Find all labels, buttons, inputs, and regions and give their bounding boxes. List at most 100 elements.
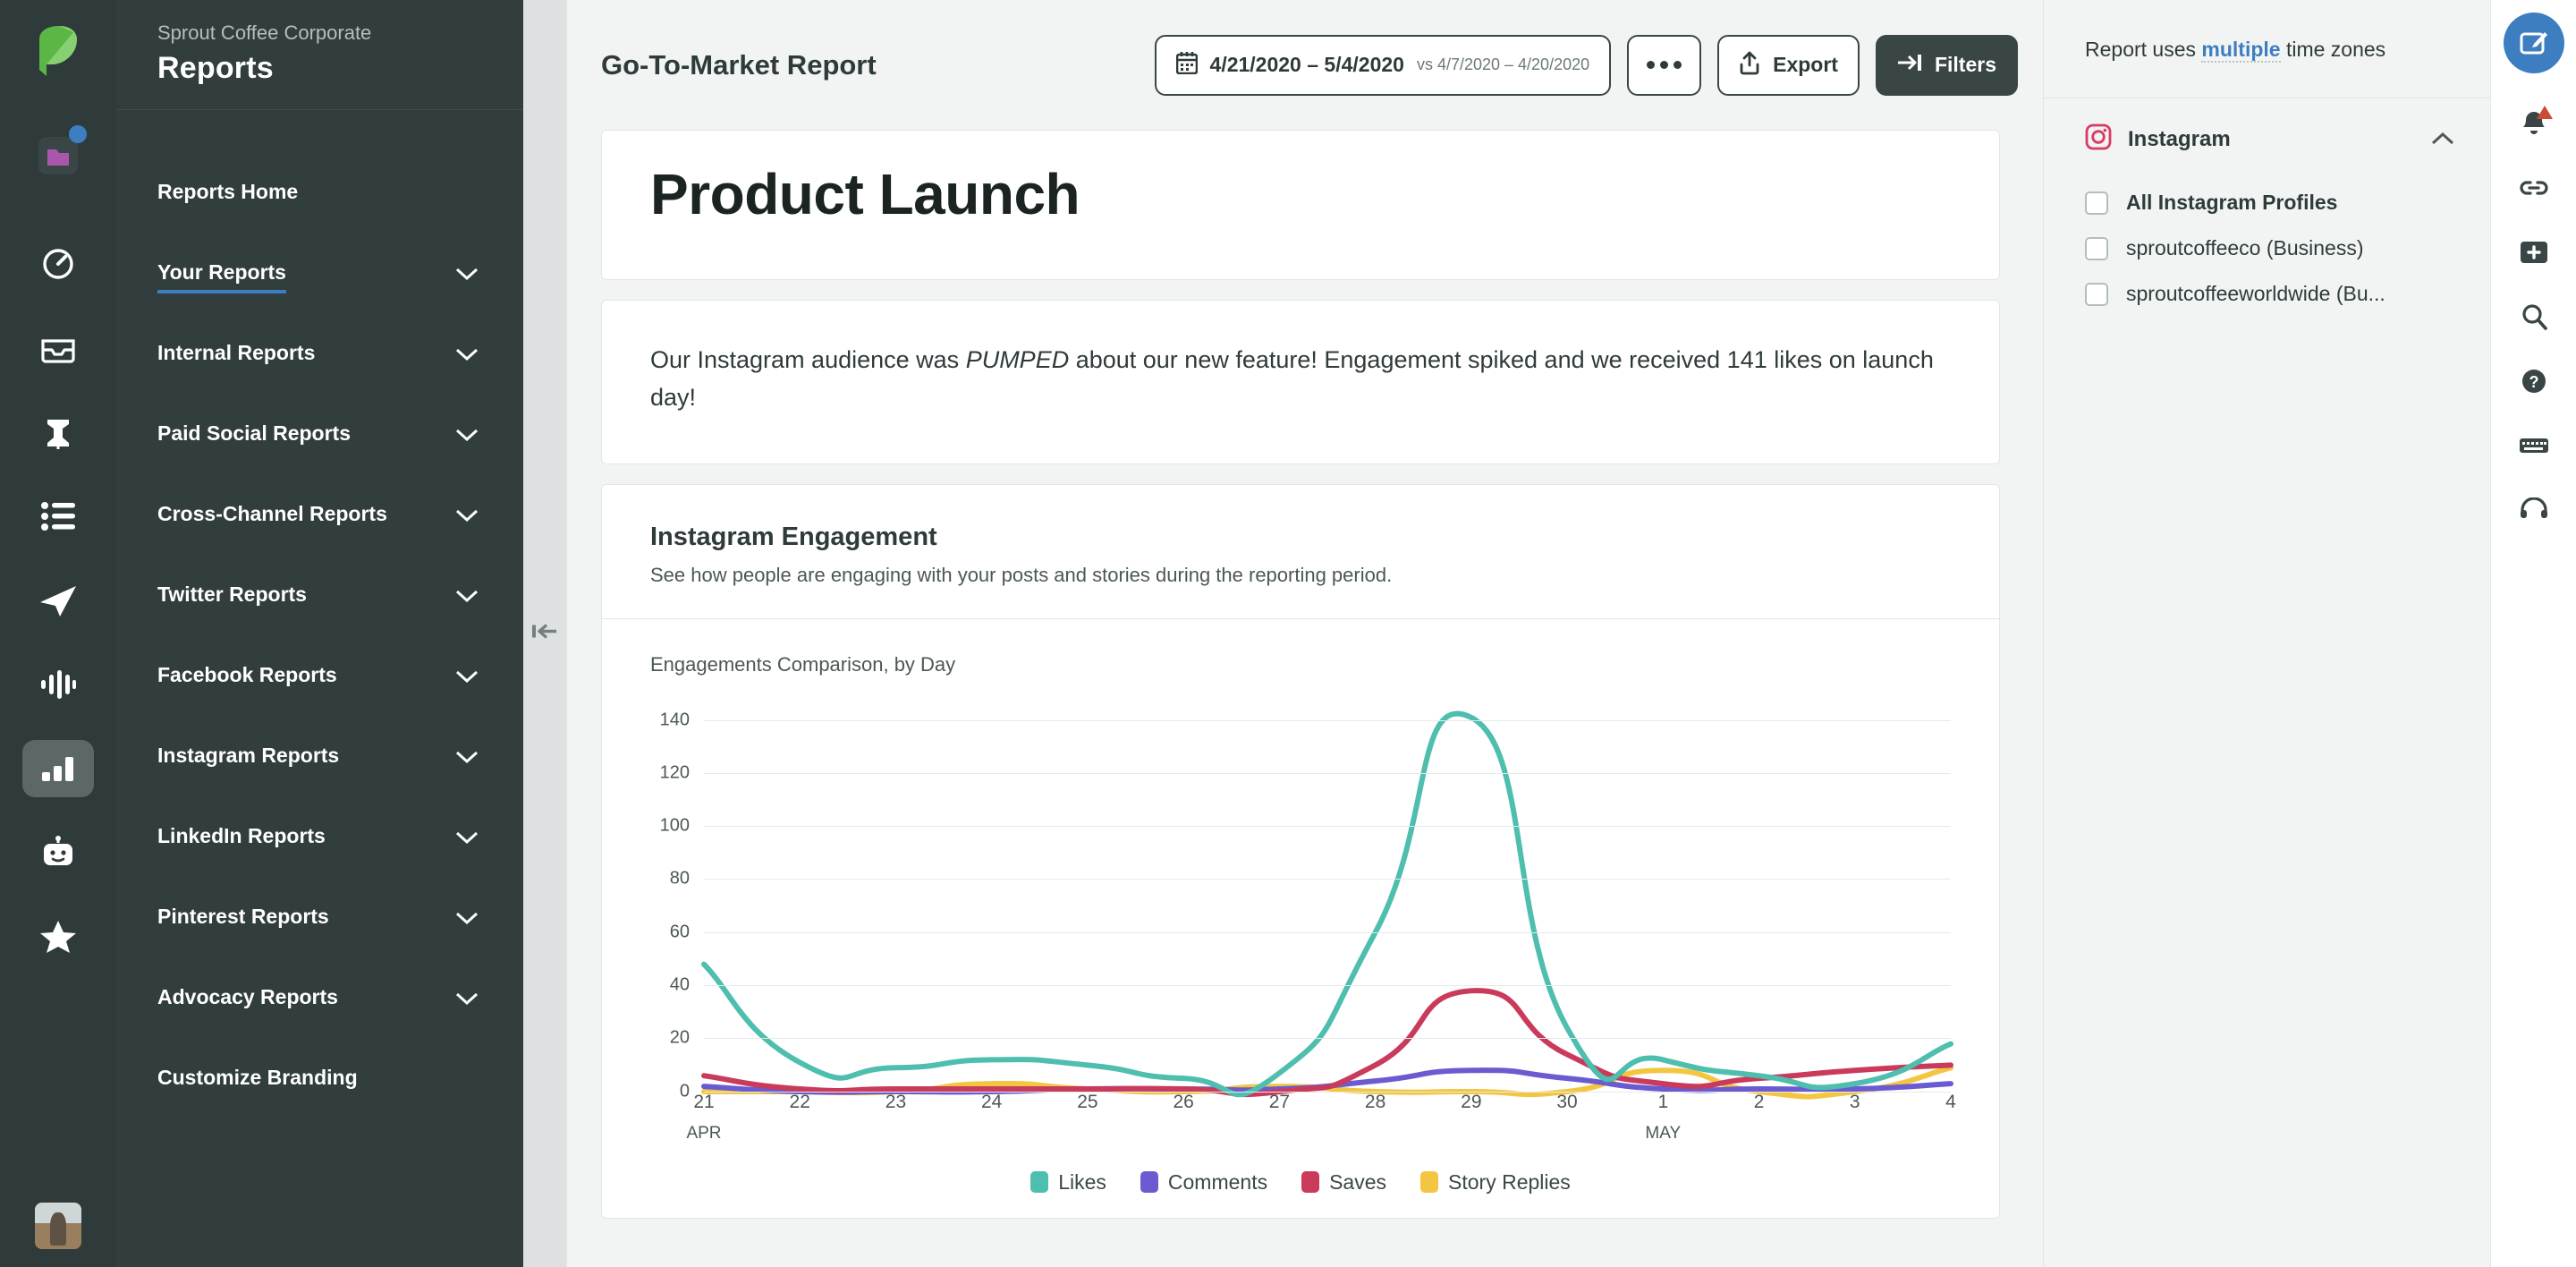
chevron-down-icon — [455, 912, 479, 925]
sidebar-item-linkedin-reports[interactable]: LinkedIn Reports — [116, 797, 523, 878]
chart-x-tick: 3 — [1850, 1092, 1860, 1113]
checkbox-unchecked[interactable] — [2085, 283, 2108, 306]
chart-x-tick: 27 — [1269, 1092, 1290, 1113]
sidebar-item-label: Pinterest Reports — [157, 905, 329, 931]
user-avatar[interactable] — [35, 1203, 81, 1249]
checkbox-unchecked[interactable] — [2085, 191, 2108, 215]
report-scrollbar[interactable] — [2034, 130, 2043, 1267]
date-range-picker[interactable]: 4/21/2020 – 5/4/2020 vs 4/7/2020 – 4/20/… — [1155, 35, 1612, 96]
toolbar-actions: 4/21/2020 – 5/4/2020 vs 4/7/2020 – 4/20/… — [1155, 35, 2018, 96]
sidebar-item-label: Cross-Channel Reports — [157, 502, 387, 529]
sidebar-item-label: Twitter Reports — [157, 582, 307, 609]
sidebar-item-label: LinkedIn Reports — [157, 824, 326, 851]
sidebar-item-internal-reports[interactable]: Internal Reports — [116, 314, 523, 395]
chevron-up-icon[interactable] — [2431, 132, 2454, 146]
filters-button[interactable]: Filters — [1876, 35, 2018, 96]
keyboard-shortcuts-button[interactable] — [2504, 415, 2564, 476]
summary-emphasis: PUMPED — [966, 346, 1070, 373]
text-summary-widget[interactable]: Our Instagram audience was PUMPED about … — [601, 300, 2000, 464]
legend-item[interactable]: Likes — [1030, 1170, 1106, 1195]
sidebar-item-cross-channel-reports[interactable]: Cross-Channel Reports — [116, 475, 523, 556]
export-button[interactable]: Export — [1717, 35, 1860, 96]
chart-x-month-label: MAY — [1645, 1124, 1681, 1144]
sidebar-rail-bots[interactable] — [19, 813, 97, 892]
sidebar-item-twitter-reports[interactable]: Twitter Reports — [116, 556, 523, 636]
chart-x-tick: 29 — [1461, 1092, 1481, 1113]
chart-series-svg — [704, 707, 1951, 1092]
filter-option-profile-1[interactable]: sproutcoffeeco (Business) — [2044, 225, 2490, 271]
support-button[interactable] — [2504, 480, 2564, 540]
filter-option-profile-2[interactable]: sproutcoffeeworldwide (Bu... — [2044, 271, 2490, 317]
sidebar-rail-home[interactable] — [19, 225, 97, 303]
chart-x-tick: 25 — [1077, 1092, 1097, 1113]
ellipsis-icon — [1647, 61, 1682, 69]
notification-badge — [2537, 106, 2553, 119]
app-root: Sprout Coffee Corporate Reports Reports … — [0, 0, 2576, 1267]
export-label: Export — [1773, 53, 1838, 77]
instagram-engagement-widget[interactable]: Instagram Engagement See how people are … — [601, 484, 2000, 1219]
more-options-button[interactable] — [1627, 35, 1701, 96]
date-compare-value: vs 4/7/2020 – 4/20/2020 — [1417, 55, 1589, 74]
chart-x-month-label: APR — [686, 1124, 721, 1144]
sidebar-item-pinterest-reports[interactable]: Pinterest Reports — [116, 878, 523, 958]
chevron-down-icon — [455, 751, 479, 764]
chevron-down-icon — [455, 590, 479, 603]
help-button[interactable]: ? — [2504, 351, 2564, 412]
report-toolbar: Go-To-Market Report — [567, 0, 2043, 130]
checkbox-unchecked[interactable] — [2085, 237, 2108, 260]
legend-item[interactable]: Saves — [1301, 1170, 1386, 1195]
primary-icon-rail — [0, 0, 116, 1267]
sidebar-rail-listening[interactable] — [19, 645, 97, 724]
search-button[interactable] — [2504, 286, 2564, 347]
link-shortener-button[interactable] — [2504, 157, 2564, 218]
filter-option-all-profiles[interactable]: All Instagram Profiles — [2044, 180, 2490, 225]
filter-option-label: sproutcoffeeworldwide (Bu... — [2126, 282, 2385, 306]
filter-group-instagram[interactable]: Instagram — [2044, 98, 2490, 180]
add-button[interactable] — [2504, 222, 2564, 283]
sprout-leaf-logo[interactable] — [34, 25, 82, 81]
legend-item[interactable]: Story Replies — [1420, 1170, 1571, 1195]
notifications-button[interactable] — [2504, 93, 2564, 154]
filter-option-label: All Instagram Profiles — [2126, 191, 2337, 215]
calendar-icon — [1176, 51, 1198, 79]
chart-gridline — [704, 773, 1951, 774]
sidebar-rail-tasks[interactable] — [19, 477, 97, 556]
utility-icon-rail: ? — [2490, 0, 2576, 1267]
sidebar-rail-advocacy[interactable] — [19, 897, 97, 976]
sidebar-item-reports-home[interactable]: Reports Home — [116, 153, 523, 234]
chart-y-tick: 20 — [670, 1028, 690, 1049]
svg-text:?: ? — [2529, 373, 2538, 391]
sidebar-item-paid-social-reports[interactable]: Paid Social Reports — [116, 395, 523, 475]
compose-button[interactable] — [2504, 13, 2564, 73]
sidebar-item-facebook-reports[interactable]: Facebook Reports — [116, 636, 523, 717]
chart-x-axis: 212223242526272829301234APRMAY — [704, 1092, 1951, 1156]
sidebar-rail-messages[interactable] — [19, 561, 97, 640]
sidebar-item-customize-branding[interactable]: Customize Branding — [116, 1039, 523, 1119]
instagram-icon — [2085, 123, 2112, 155]
sidebar-item-instagram-reports[interactable]: Instagram Reports — [116, 717, 523, 797]
sidebar-item-your-reports[interactable]: Your Reports — [116, 234, 523, 314]
sidebar-collapse-handle[interactable] — [523, 0, 566, 1267]
sidebar-rail-publishing[interactable] — [19, 393, 97, 472]
sidebar-item-advocacy-reports[interactable]: Advocacy Reports — [116, 958, 523, 1039]
sidebar-item-label: Internal Reports — [157, 341, 315, 368]
chart-x-tick: 21 — [693, 1092, 714, 1113]
sidebar-nav-list: Reports Home Your Reports Internal Repor… — [116, 110, 523, 1119]
legend-label: Likes — [1058, 1170, 1106, 1195]
chart-caption: Engagements Comparison, by Day — [650, 619, 1951, 676]
chart-x-tick: 26 — [1173, 1092, 1193, 1113]
chart-y-tick: 80 — [670, 869, 690, 889]
filters-arrow-icon — [1897, 52, 1922, 78]
legend-item[interactable]: Comments — [1140, 1170, 1267, 1195]
sidebar-rail-folder[interactable] — [19, 115, 97, 194]
organization-name: Sprout Coffee Corporate — [157, 21, 482, 45]
chart-x-tick: 4 — [1945, 1092, 1956, 1113]
filter-sidebar: Report uses multiple time zones Instagra… — [2043, 0, 2490, 1267]
hero-title-widget[interactable]: Product Launch — [601, 130, 2000, 280]
timezone-link[interactable]: multiple — [2201, 38, 2280, 63]
sidebar-rail-reports[interactable] — [19, 729, 97, 808]
sidebar-rail-inbox[interactable] — [19, 309, 97, 387]
sidebar-item-label: Your Reports — [157, 260, 286, 287]
legend-swatch — [1140, 1171, 1158, 1193]
sidebar-item-label: Instagram Reports — [157, 744, 339, 770]
